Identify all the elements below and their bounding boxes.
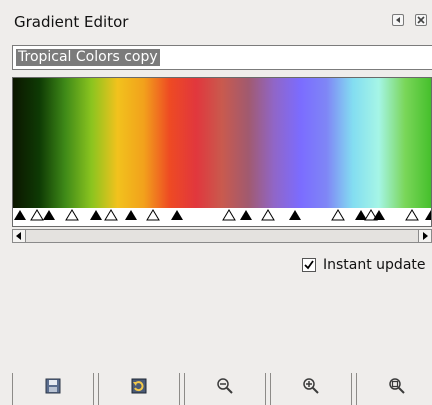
stop-marker[interactable] — [14, 210, 26, 220]
scroll-right-button[interactable] — [418, 230, 431, 242]
zoom-out-icon — [217, 378, 233, 394]
stop-marker[interactable] — [104, 209, 118, 221]
close-icon — [417, 16, 425, 24]
stop-marker[interactable] — [222, 209, 236, 221]
close-button[interactable] — [415, 14, 427, 26]
stop-marker[interactable] — [171, 210, 183, 220]
gradient-strip[interactable] — [13, 78, 431, 208]
titlebar: Gradient Editor — [0, 12, 432, 34]
stop-markers[interactable] — [13, 208, 432, 227]
stop-marker[interactable] — [125, 210, 137, 220]
instant-update-toggle[interactable]: Instant update — [302, 257, 432, 275]
stop-marker[interactable] — [30, 209, 44, 221]
zoom-out-button[interactable] — [184, 373, 266, 405]
stop-marker[interactable] — [43, 210, 55, 220]
arrow-right-icon — [423, 232, 428, 240]
gradient-name-input[interactable]: Tropical Colors copy — [12, 45, 432, 70]
bottom-toolbar — [12, 373, 432, 405]
checkmark-icon — [304, 260, 314, 270]
stop-marker[interactable] — [146, 209, 160, 221]
instant-update-checkbox[interactable] — [302, 258, 316, 272]
zoom-all-icon — [389, 378, 405, 394]
gradient-name-text: Tropical Colors copy — [16, 49, 160, 66]
zoom-in-icon — [303, 378, 319, 394]
stop-marker[interactable] — [289, 210, 301, 220]
scroll-left-button[interactable] — [13, 230, 26, 242]
stop-marker[interactable] — [425, 210, 432, 220]
gradient-preview[interactable] — [12, 77, 432, 227]
stop-marker[interactable] — [331, 209, 345, 221]
horizontal-scrollbar[interactable] — [12, 229, 432, 243]
arrow-left-icon — [16, 232, 21, 240]
revert-button[interactable] — [98, 373, 180, 405]
zoom-all-button[interactable] — [356, 373, 432, 405]
save-icon — [45, 378, 61, 394]
stop-marker[interactable] — [90, 210, 102, 220]
stop-marker[interactable] — [261, 209, 275, 221]
window-title: Gradient Editor — [14, 13, 129, 31]
stop-marker[interactable] — [240, 210, 252, 220]
tab-menu-icon — [396, 17, 400, 23]
stop-marker[interactable] — [65, 209, 79, 221]
stop-marker[interactable] — [405, 209, 419, 221]
instant-update-label: Instant update — [323, 257, 426, 273]
stop-marker[interactable] — [355, 210, 367, 220]
stop-marker[interactable] — [373, 210, 385, 220]
tab-menu-button[interactable] — [392, 14, 404, 26]
revert-icon — [131, 378, 147, 394]
zoom-in-button[interactable] — [270, 373, 352, 405]
save-gradient-button[interactable] — [12, 373, 94, 405]
